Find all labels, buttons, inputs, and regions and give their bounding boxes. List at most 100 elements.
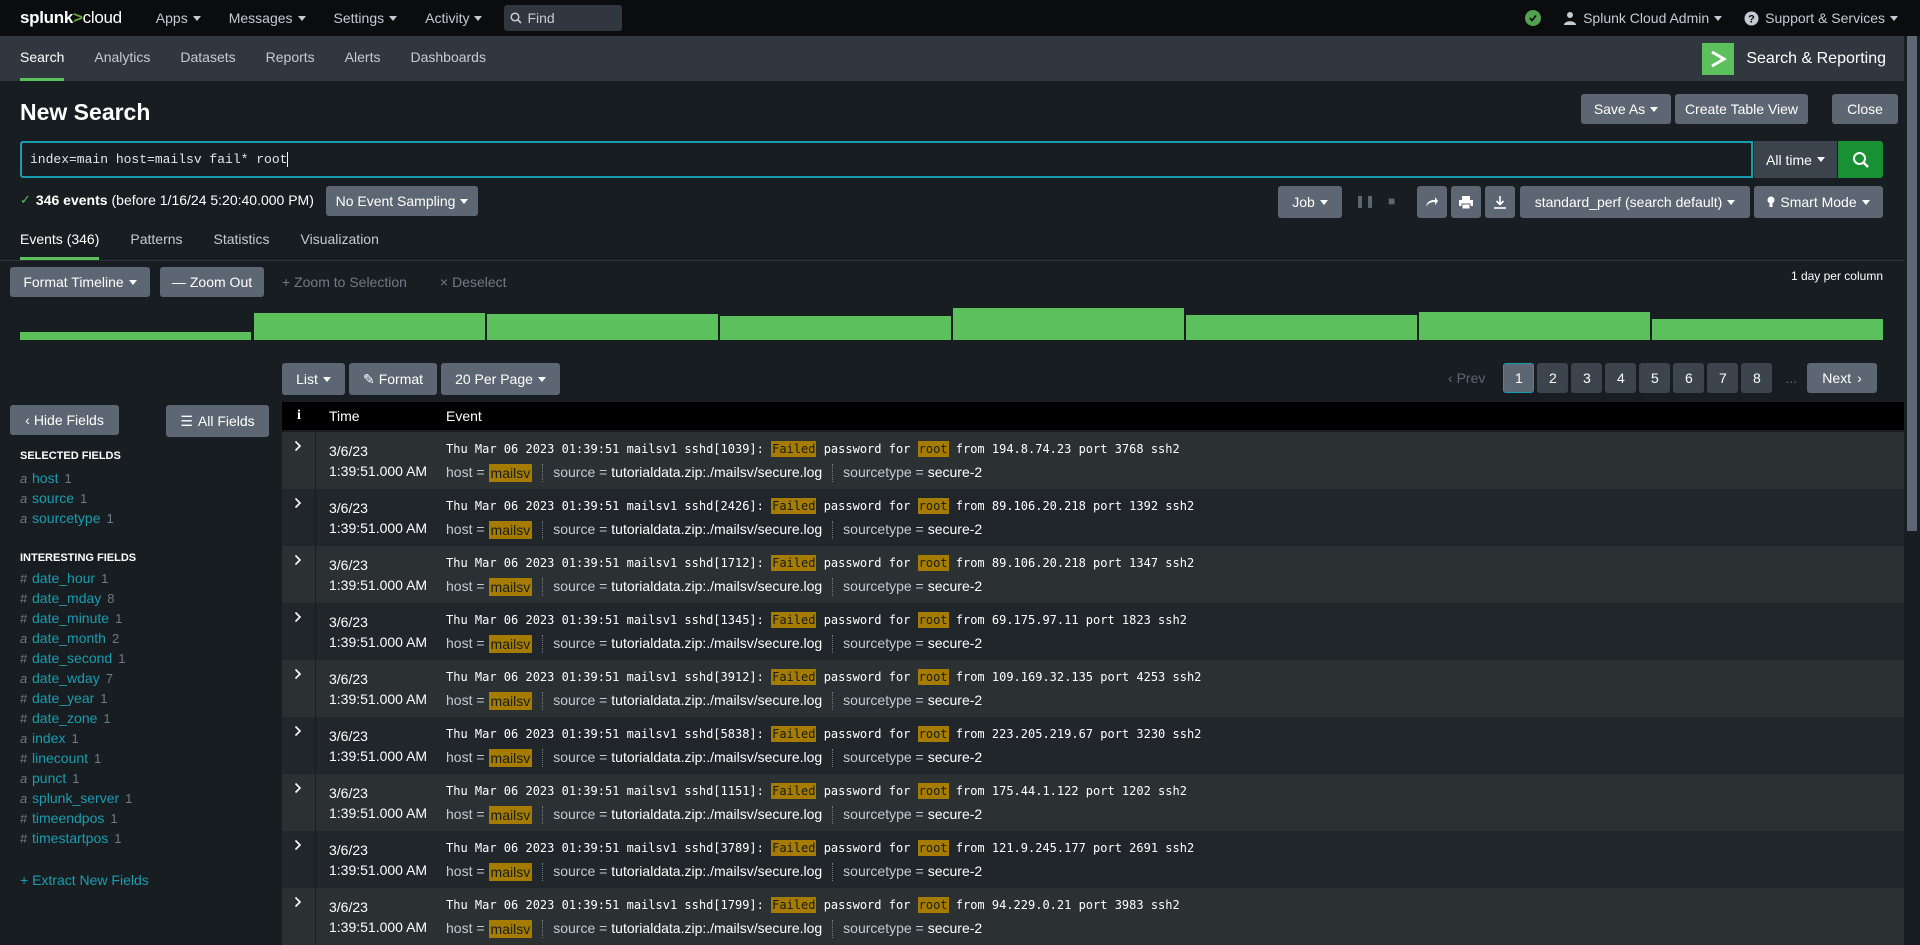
close-button[interactable]: Close <box>1832 94 1898 124</box>
field-value-source[interactable]: tutorialdata.zip:./mailsv/secure.log <box>611 749 822 767</box>
menu-settings[interactable]: Settings <box>334 10 398 26</box>
tab-reports[interactable]: Reports <box>266 36 315 81</box>
field-value-source[interactable]: tutorialdata.zip:./mailsv/secure.log <box>611 521 822 539</box>
menu-apps[interactable]: Apps <box>156 10 201 26</box>
highlight-term[interactable]: Failed <box>771 783 817 799</box>
highlight-term[interactable]: Failed <box>771 612 817 628</box>
format-timeline-button[interactable]: Format Timeline <box>10 267 150 297</box>
timeline-bar[interactable] <box>487 314 718 340</box>
timeline-bar[interactable] <box>1419 312 1650 340</box>
field-value-host[interactable]: mailsv <box>488 692 533 710</box>
field-punct[interactable]: a punct 1 <box>20 770 79 786</box>
share-button[interactable] <box>1417 186 1447 218</box>
tab-search[interactable]: Search <box>20 36 65 81</box>
field-date-month[interactable]: a date_month 2 <box>20 630 119 646</box>
app-title[interactable]: Search & Reporting <box>1702 43 1886 75</box>
highlight-term[interactable]: root <box>917 669 949 685</box>
expand-row-button[interactable] <box>282 717 316 774</box>
field-source[interactable]: a source 1 <box>20 490 87 506</box>
field-timeendpos[interactable]: # timeendpos 1 <box>20 810 118 826</box>
tab-patterns[interactable]: Patterns <box>130 221 182 260</box>
highlight-term[interactable]: Failed <box>771 498 817 514</box>
field-value-source[interactable]: tutorialdata.zip:./mailsv/secure.log <box>611 635 822 653</box>
menu-messages[interactable]: Messages <box>229 10 306 26</box>
per-page-dropdown[interactable]: 20 Per Page <box>441 363 560 395</box>
deselect-button[interactable]: × Deselect <box>440 274 507 290</box>
search-mode-perf-dropdown[interactable]: standard_perf (search default) <box>1520 186 1750 218</box>
create-table-view-button[interactable]: Create Table View <box>1675 94 1808 124</box>
tab-alerts[interactable]: Alerts <box>345 36 381 81</box>
splunk-cloud-logo[interactable]: splunk>cloud <box>20 8 122 28</box>
page-3[interactable]: 3 <box>1571 363 1603 393</box>
list-view-dropdown[interactable]: List <box>282 363 345 395</box>
highlight-term[interactable]: Failed <box>771 897 817 913</box>
hide-fields-button[interactable]: ‹ Hide Fields <box>10 405 119 435</box>
prev-button[interactable]: ‹ Prev <box>1448 370 1485 386</box>
highlight-term[interactable]: Failed <box>771 441 817 457</box>
smart-mode-dropdown[interactable]: Smart Mode <box>1754 186 1883 218</box>
menu-activity[interactable]: Activity <box>425 10 483 26</box>
save-as-button[interactable]: Save As <box>1581 94 1671 124</box>
job-menu-button[interactable]: Job <box>1278 186 1342 218</box>
extract-new-fields-link[interactable]: + Extract New Fields <box>20 872 149 888</box>
stop-icon[interactable]: ■ <box>1388 194 1395 208</box>
highlight-term[interactable]: Failed <box>771 840 817 856</box>
highlight-term[interactable]: root <box>917 441 949 457</box>
highlight-term[interactable]: root <box>917 897 949 913</box>
page-6[interactable]: 6 <box>1673 363 1705 393</box>
user-menu[interactable]: Splunk Cloud Admin <box>1563 10 1723 26</box>
field-value-sourcetype[interactable]: secure-2 <box>928 578 982 596</box>
timeline-bar[interactable] <box>1652 319 1883 340</box>
field-value-host[interactable]: mailsv <box>488 863 533 881</box>
tab-dashboards[interactable]: Dashboards <box>410 36 486 81</box>
expand-row-button[interactable] <box>282 774 316 831</box>
timeline-bar[interactable] <box>20 332 251 340</box>
scrollbar-thumb[interactable] <box>1907 36 1917 531</box>
field-date-second[interactable]: # date_second 1 <box>20 650 125 666</box>
time-range-picker[interactable]: All time <box>1754 141 1837 178</box>
highlight-term[interactable]: Failed <box>771 669 817 685</box>
page-8[interactable]: 8 <box>1741 363 1773 393</box>
highlight-term[interactable]: root <box>917 555 949 571</box>
field-value-source[interactable]: tutorialdata.zip:./mailsv/secure.log <box>611 806 822 824</box>
field-date-year[interactable]: # date_year 1 <box>20 690 108 706</box>
export-button[interactable] <box>1485 186 1515 218</box>
page-5[interactable]: 5 <box>1639 363 1671 393</box>
field-value-host[interactable]: mailsv <box>488 578 533 596</box>
field-value-sourcetype[interactable]: secure-2 <box>928 920 982 938</box>
zoom-to-selection-button[interactable]: + Zoom to Selection <box>282 274 407 290</box>
expand-row-button[interactable] <box>282 546 316 603</box>
info-icon[interactable]: i <box>282 408 316 424</box>
field-value-host[interactable]: mailsv <box>488 806 533 824</box>
tab-events[interactable]: Events (346) <box>20 221 100 260</box>
field-value-sourcetype[interactable]: secure-2 <box>928 635 982 653</box>
highlight-term[interactable]: root <box>917 726 949 742</box>
highlight-term[interactable]: Failed <box>771 726 817 742</box>
field-value-source[interactable]: tutorialdata.zip:./mailsv/secure.log <box>611 863 822 881</box>
tab-datasets[interactable]: Datasets <box>180 36 235 81</box>
tab-analytics[interactable]: Analytics <box>94 36 150 81</box>
field-index[interactable]: a index 1 <box>20 730 79 746</box>
highlight-term[interactable]: Failed <box>771 555 817 571</box>
field-splunk-server[interactable]: a splunk_server 1 <box>20 790 132 806</box>
highlight-term[interactable]: root <box>917 783 949 799</box>
field-value-sourcetype[interactable]: secure-2 <box>928 464 982 482</box>
field-value-sourcetype[interactable]: secure-2 <box>928 863 982 881</box>
timeline-bar[interactable] <box>254 313 485 340</box>
field-value-source[interactable]: tutorialdata.zip:./mailsv/secure.log <box>611 578 822 596</box>
field-value-host[interactable]: mailsv <box>488 920 533 938</box>
timeline-bar[interactable] <box>953 308 1184 340</box>
timeline-bar[interactable] <box>720 316 951 340</box>
field-value-host[interactable]: mailsv <box>488 635 533 653</box>
highlight-term[interactable]: root <box>917 498 949 514</box>
field-value-source[interactable]: tutorialdata.zip:./mailsv/secure.log <box>611 920 822 938</box>
timeline-bar[interactable] <box>1186 315 1417 340</box>
field-value-source[interactable]: tutorialdata.zip:./mailsv/secure.log <box>611 464 822 482</box>
tab-visualization[interactable]: Visualization <box>301 221 379 260</box>
format-button[interactable]: ✎ Format <box>349 363 437 395</box>
find-input[interactable]: Find <box>504 5 623 31</box>
highlight-term[interactable]: root <box>917 840 949 856</box>
field-value-sourcetype[interactable]: secure-2 <box>928 749 982 767</box>
field-sourcetype[interactable]: a sourcetype 1 <box>20 510 114 526</box>
print-button[interactable] <box>1451 186 1481 218</box>
